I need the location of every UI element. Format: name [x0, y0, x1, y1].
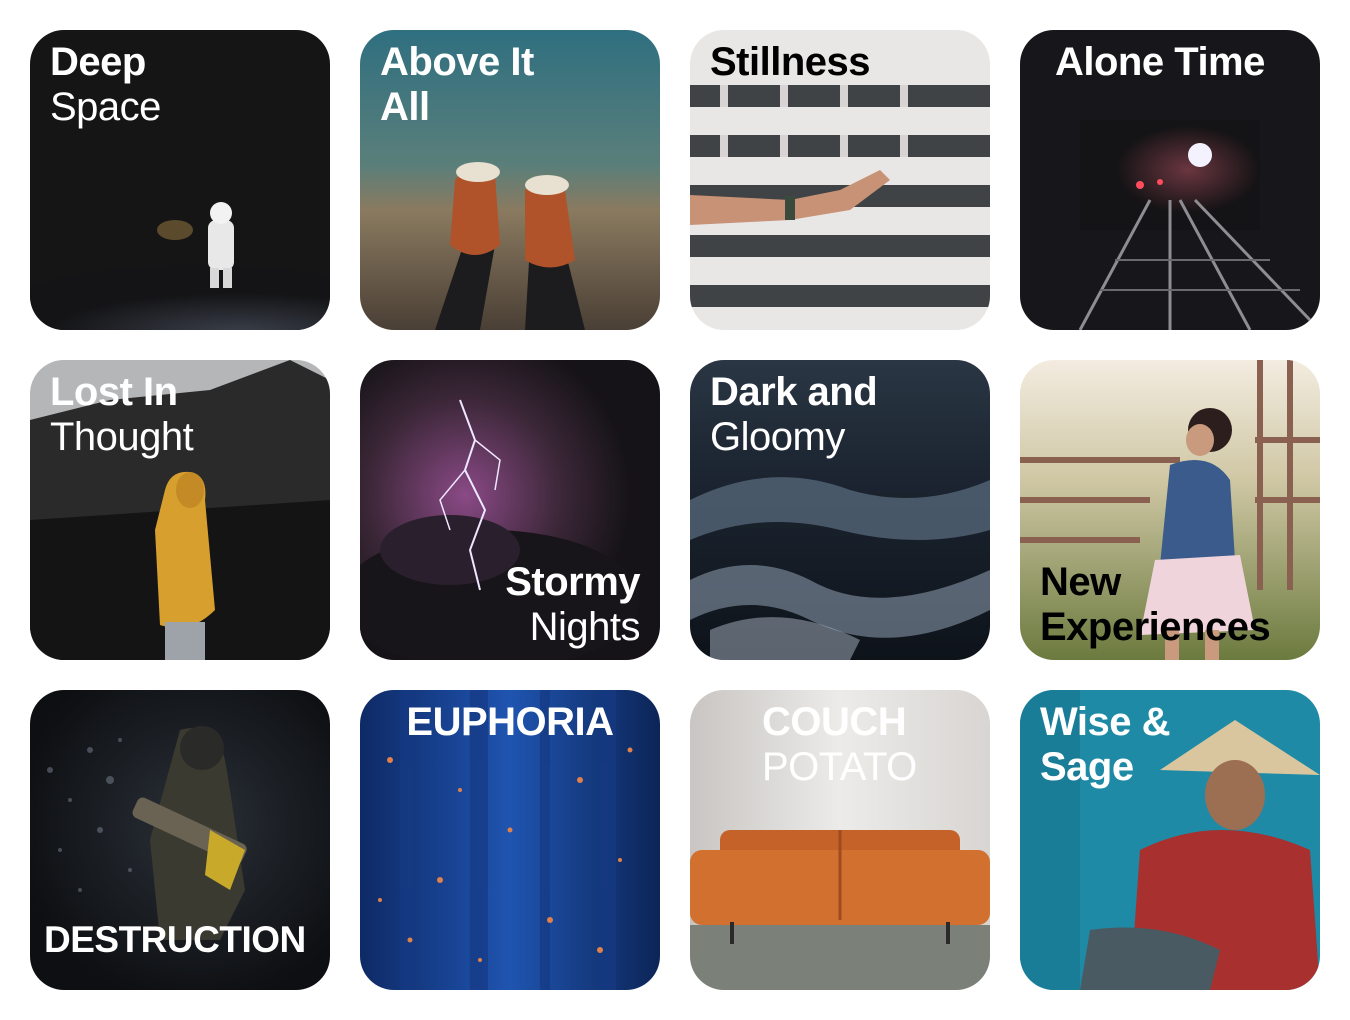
tile-dark-and-gloomy[interactable]: Dark and Gloomy [690, 360, 990, 660]
tile-destruction[interactable]: DESTRUCTION [30, 690, 330, 990]
tile-lost-in-thought[interactable]: Lost In Thought [30, 360, 330, 660]
tile-title-bold: COUCH [762, 700, 907, 744]
tile-stormy-nights[interactable]: Stormy Nights [360, 360, 660, 660]
tile-title-bold: Lost In [50, 370, 178, 414]
tile-title-regular: Space [50, 85, 161, 129]
tile-couch-potato[interactable]: COUCH POTATO [690, 690, 990, 990]
tile-alone-time[interactable]: Alone Time [1020, 30, 1320, 330]
tile-title-regular: Thought [50, 415, 194, 459]
tile-title-bold: DESTRUCTION [44, 919, 306, 960]
tile-title-bold: Wise & Sage [1040, 700, 1171, 789]
tile-title-bold: Stormy [505, 560, 640, 604]
tile-title-bold: Stillness [710, 40, 871, 84]
tile-title-bold: Above It All [380, 40, 534, 129]
tile-deep-space[interactable]: Deep Space [30, 30, 330, 330]
tile-title-regular: Gloomy [710, 415, 845, 459]
tile-title-regular: Nights [529, 605, 641, 649]
tile-wise-and-sage[interactable]: Wise & Sage [1020, 690, 1320, 990]
tile-title-bold: EUPHORIA [406, 700, 614, 744]
tile-title-regular: POTATO [762, 745, 917, 789]
playlist-grid: Deep Space Above It All Stillness Alone … [0, 0, 1350, 1020]
tile-new-experiences[interactable]: New Experiences [1020, 360, 1320, 660]
tile-title-bold: Dark and [710, 370, 878, 414]
tile-title-bold: Deep [50, 40, 146, 84]
tile-stillness[interactable]: Stillness [690, 30, 990, 330]
tile-above-it-all[interactable]: Above It All [360, 30, 660, 330]
tile-title-bold: New Experiences [1040, 560, 1271, 649]
tile-title-bold: Alone Time [1055, 40, 1265, 84]
tile-euphoria[interactable]: EUPHORIA [360, 690, 660, 990]
